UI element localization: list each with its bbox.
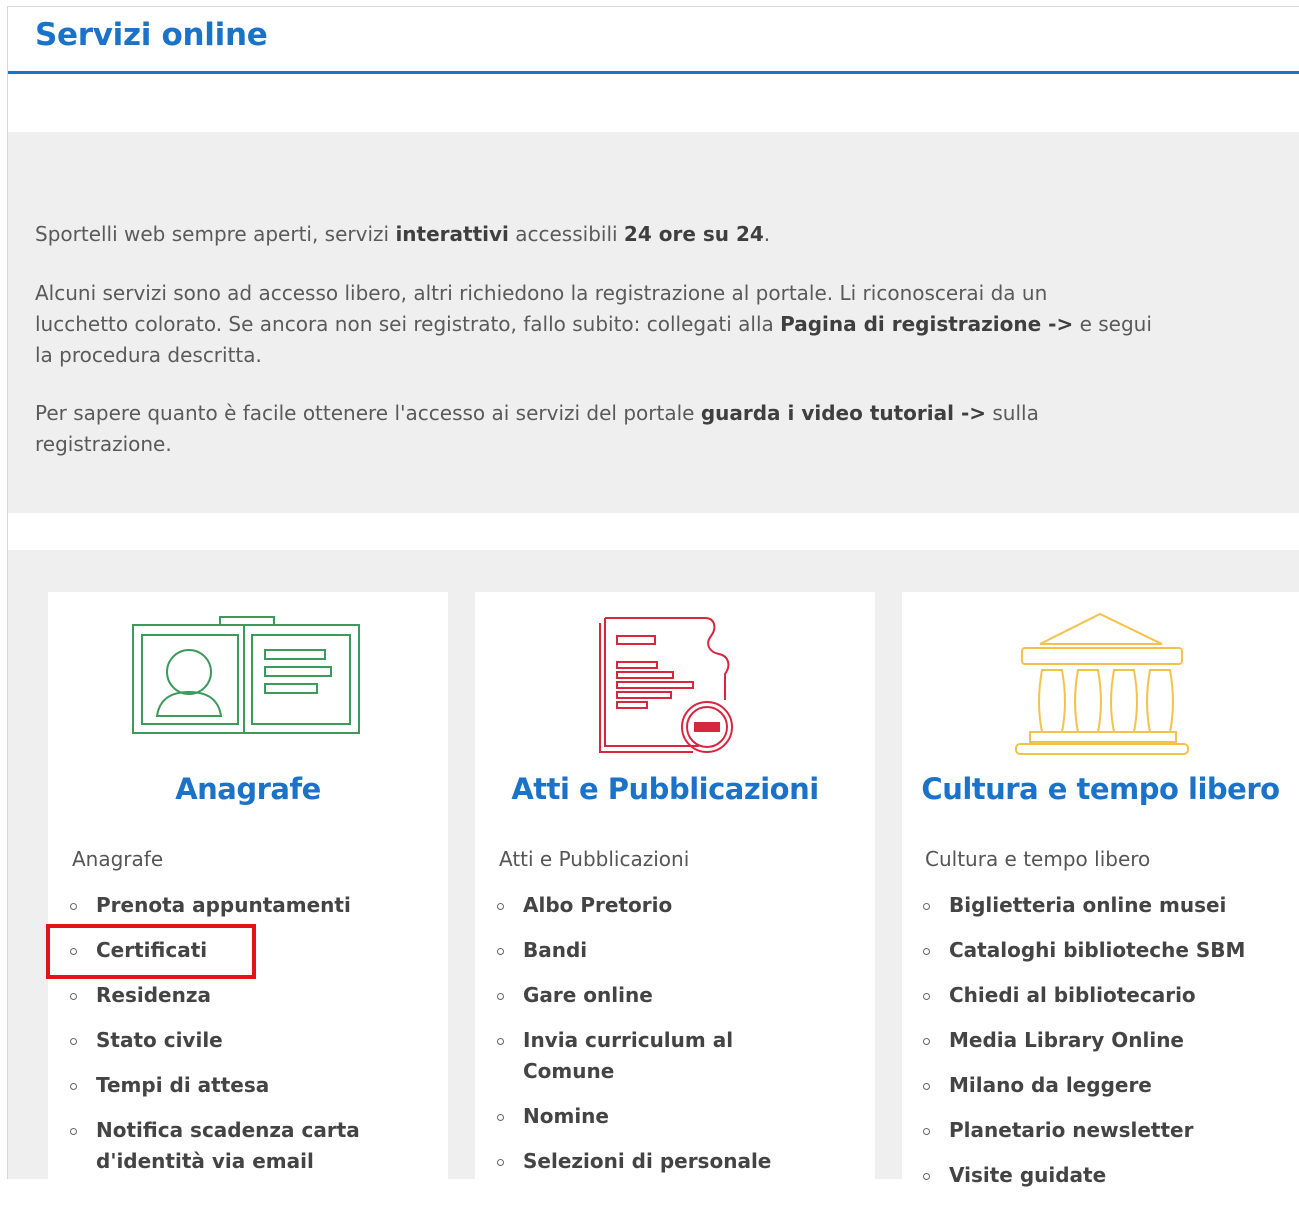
card-title-cultura-tempo-libero[interactable]: Cultura e tempo libero [902,772,1299,806]
service-label: Residenza [96,983,211,1007]
service-link-chiedi-bibliotecario[interactable]: Chiedi al bibliotecario [919,980,1245,1011]
bullet-icon [70,1038,77,1045]
service-label: Biglietteria online musei [949,893,1227,917]
service-link-selezioni-personale[interactable]: Selezioni di personale [493,1146,771,1177]
card-cultura-tempo-libero: Cultura e tempo libero Cultura e tempo l… [902,592,1299,1187]
intro-box: Sportelli web sempre aperti, servizi int… [8,132,1299,513]
card-anagrafe: Anagrafe Anagrafe Prenota appuntamenti C… [48,592,448,1179]
video-tutorial-link[interactable]: guarda i video tutorial -> [701,401,986,425]
service-label: Media Library Online [949,1028,1184,1052]
intro-bold-24-ore: 24 ore su 24 [623,222,764,246]
service-label: d'identità via email [96,1149,314,1173]
service-label: Stato civile [96,1028,223,1052]
intro-text: Alcuni servizi sono ad accesso libero, a… [35,281,1048,305]
bullet-icon [923,1128,930,1135]
service-label: Bandi [523,938,588,962]
intro-text: Sportelli web sempre aperti, servizi [35,222,396,246]
museum-icon [1015,612,1189,755]
card-subtitle-atti-pubblicazioni[interactable]: Atti e Pubblicazioni [499,847,689,871]
page-title: Servizi online [35,17,268,53]
bullet-icon [497,993,504,1000]
service-link-planetario-newsletter[interactable]: Planetario newsletter [919,1115,1245,1146]
service-link-stato-civile[interactable]: Stato civile [66,1025,360,1056]
intro-text: lucchetto colorato. Se ancora non sei re… [35,312,781,336]
intro-paragraph-availability: Sportelli web sempre aperti, servizi int… [35,219,1299,250]
intro-text: sulla [986,401,1039,425]
service-label: Tempi di attesa [96,1073,270,1097]
service-label: Comune [523,1059,615,1083]
bullet-icon [923,948,930,955]
bullet-icon [70,903,77,910]
service-link-milano-da-leggere[interactable]: Milano da leggere [919,1070,1245,1101]
card-subtitle-anagrafe[interactable]: Anagrafe [72,847,163,871]
service-label: Gare online [523,983,653,1007]
service-link-visite-guidate[interactable]: Visite guidate [919,1160,1245,1191]
service-list-cultura-tempo-libero: Biglietteria online musei Cataloghi bibl… [919,890,1245,1205]
service-link-prenota-appuntamenti[interactable]: Prenota appuntamenti [66,890,360,921]
service-link-nomine[interactable]: Nomine [493,1101,771,1132]
bullet-icon [70,1083,77,1090]
bullet-icon [923,1083,930,1090]
service-label: Prenota appuntamenti [96,893,351,917]
service-label: Cataloghi biblioteche SBM [949,938,1246,962]
service-link-notifica-scadenza[interactable]: Notifica scadenza carta d'identità via em… [66,1115,360,1177]
intro-text: . [763,222,771,246]
service-label: Invia curriculum al [523,1028,734,1052]
card-title-atti-pubblicazioni[interactable]: Atti e Pubblicazioni [465,772,865,806]
id-card-icon [132,616,360,734]
intro-paragraph-tutorial: Per sapere quanto è facile ottenere l'ac… [35,398,1299,460]
bullet-icon [923,1038,930,1045]
intro-text: la procedura descritta. [35,343,262,367]
service-link-gare-online[interactable]: Gare online [493,980,771,1011]
registration-page-link[interactable]: Pagina di registrazione -> [780,312,1073,336]
service-link-bandi[interactable]: Bandi [493,935,771,966]
bullet-icon [497,903,504,910]
service-link-residenza[interactable]: Residenza [66,980,360,1011]
intro-text: registrazione. [35,432,172,456]
page-header: Servizi online [8,7,1299,74]
intro-text: Per sapere quanto è facile ottenere l'ac… [35,401,701,425]
service-label: Visite guidate [949,1163,1107,1187]
bullet-icon [497,948,504,955]
service-link-invia-curriculum[interactable]: Invia curriculum al Comune [493,1025,771,1087]
intro-text: e segui [1073,312,1152,336]
certificati-highlight-box [46,924,256,979]
service-link-biglietteria-musei[interactable]: Biglietteria online musei [919,890,1245,921]
intro-bold-interattivi: interattivi [395,222,509,246]
document-icon [599,617,733,753]
bullet-icon [497,1159,504,1166]
bullet-icon [70,993,77,1000]
service-link-media-library[interactable]: Media Library Online [919,1025,1245,1056]
service-link-albo-pretorio[interactable]: Albo Pretorio [493,890,771,921]
service-label: Albo Pretorio [523,893,673,917]
service-label: Nomine [523,1104,609,1128]
intro-paragraph-registration: Alcuni servizi sono ad accesso libero, a… [35,278,1299,371]
bullet-icon [70,1128,77,1135]
bullet-icon [497,1114,504,1121]
bullet-icon [497,1038,504,1045]
service-link-tempi-di-attesa[interactable]: Tempi di attesa [66,1070,360,1101]
service-label: Chiedi al bibliotecario [949,983,1196,1007]
service-label: Notifica scadenza carta [96,1118,360,1142]
service-label: Milano da leggere [949,1073,1152,1097]
intro-text: accessibili [508,222,624,246]
service-label: Planetario newsletter [949,1118,1194,1142]
card-subtitle-cultura-tempo-libero[interactable]: Cultura e tempo libero [925,847,1150,871]
bullet-icon [923,903,930,910]
bullet-icon [923,993,930,1000]
service-link-cataloghi-biblioteche[interactable]: Cataloghi biblioteche SBM [919,935,1245,966]
card-title-anagrafe[interactable]: Anagrafe [48,772,448,806]
service-label: Selezioni di personale [523,1149,772,1173]
service-list-atti-pubblicazioni: Albo Pretorio Bandi Gare online Invia cu… [493,890,771,1191]
card-atti-pubblicazioni: Atti e Pubblicazioni Atti e Pubblicazion… [475,592,875,1179]
